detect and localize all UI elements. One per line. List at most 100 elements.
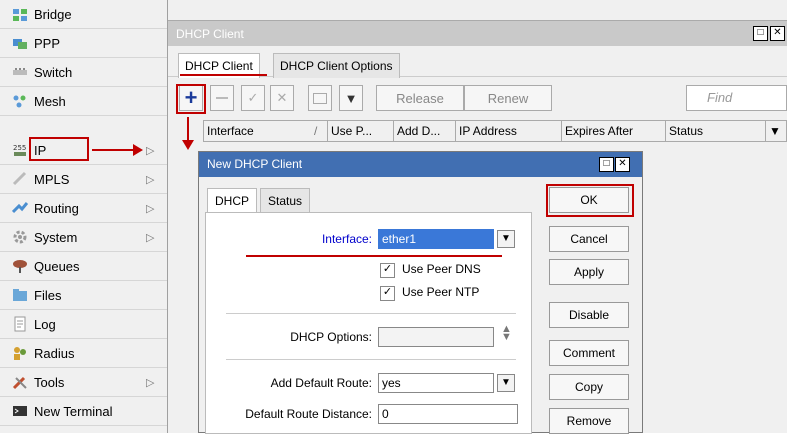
filter-icon[interactable]: ▼ (339, 85, 363, 111)
maximize-icon[interactable]: □ (599, 157, 614, 172)
sidebar-item-mpls[interactable]: MPLS ▷ (0, 165, 167, 194)
column-use-peer[interactable]: Use P... (328, 121, 394, 141)
sidebar-item-switch[interactable]: Switch (0, 58, 167, 87)
sidebar-item-queues[interactable]: Queues (0, 252, 167, 281)
separator (226, 359, 516, 360)
sidebar-item-label: Routing (34, 200, 79, 216)
column-expires-after[interactable]: Expires After (562, 121, 666, 141)
default-route-distance-input[interactable]: 0 (378, 404, 518, 424)
add-default-route-dropdown-icon[interactable]: ▼ (497, 374, 515, 392)
submenu-arrow-icon: ▷ (146, 174, 155, 186)
sidebar-item-label: Switch (34, 64, 73, 80)
radius-icon (12, 345, 28, 361)
sidebar-item-label: Radius (34, 345, 75, 361)
sidebar-item-label: Log (34, 316, 56, 332)
dhcp-options-label: DHCP Options: (290, 330, 372, 344)
submenu-arrow-icon: ▷ (146, 145, 155, 157)
terminal-icon (12, 403, 28, 419)
updown-icon[interactable]: ▲ ▼ (501, 324, 512, 343)
routing-icon (12, 200, 28, 216)
use-peer-dns-checkbox[interactable]: ✓ (380, 263, 395, 278)
sidebar-item-ppp[interactable]: PPP (0, 29, 167, 58)
sidebar-item-label: MPLS (34, 171, 70, 187)
sidebar-item-radius[interactable]: Radius (0, 339, 167, 368)
dhcp-settings-panel: Interface: ether1 ▼ ✓ Use Peer DNS ✓ Use… (205, 212, 532, 434)
sidebar-item-files[interactable]: Files (0, 281, 167, 310)
window-titlebar[interactable]: DHCP Client □ ✕ (168, 20, 787, 46)
use-peer-ntp-label: Use Peer NTP (402, 285, 480, 299)
sidebar-item-label: New Terminal (34, 403, 113, 419)
close-icon[interactable]: ✕ (615, 157, 630, 172)
dialog-titlebar[interactable]: New DHCP Client □ ✕ (199, 152, 642, 177)
window-tabs: DHCP Client DHCP Client Options (168, 47, 787, 78)
interface-label: Interface: (321, 232, 372, 246)
disable-button[interactable]: Disable (549, 302, 629, 328)
column-ip-address[interactable]: IP Address (456, 121, 562, 141)
remove-button[interactable] (210, 85, 234, 111)
default-route-distance-label: Default Route Distance: (245, 407, 372, 421)
sidebar-item-system[interactable]: System ▷ (0, 223, 167, 252)
separator (226, 313, 516, 314)
submenu-arrow-icon: ▷ (146, 377, 155, 389)
sidebar-item-label: Mesh (34, 93, 66, 109)
maximize-icon[interactable]: □ (753, 26, 768, 41)
sidebar-item-label: Tools (34, 374, 65, 390)
ip-icon: 255 (12, 142, 28, 158)
ip-pointer-arrow (92, 149, 136, 151)
sort-icon: / (314, 124, 318, 138)
find-input[interactable]: Find (686, 85, 787, 111)
new-dhcp-client-dialog: New DHCP Client □ ✕ DHCP Status Interfac… (198, 151, 643, 434)
use-peer-ntp-checkbox[interactable]: ✓ (380, 286, 395, 301)
dhcp-options-field[interactable] (378, 327, 494, 347)
log-icon (12, 316, 28, 332)
comment-button[interactable]: Comment (549, 340, 629, 366)
renew-button[interactable]: Renew (464, 85, 552, 111)
mesh-icon (12, 93, 28, 109)
sidebar-item-label: System (34, 229, 78, 245)
tab-underline-annotation (180, 74, 267, 76)
ok-button-highlight (546, 184, 634, 217)
ip-highlight-box (29, 137, 89, 161)
add-default-route-label: Add Default Route: (270, 376, 372, 390)
sidebar-item-routing[interactable]: Routing ▷ (0, 194, 167, 223)
bridge-icon (12, 6, 28, 22)
enable-button[interactable]: ✓ (241, 85, 265, 111)
switch-icon (12, 64, 28, 80)
column-add-default[interactable]: Add D... (394, 121, 456, 141)
column-interface[interactable]: Interface / (204, 121, 328, 141)
submenu-arrow-icon: ▷ (146, 232, 155, 244)
use-peer-dns-label: Use Peer DNS (402, 262, 481, 276)
comment-button[interactable] (308, 85, 332, 111)
table-header: Interface / Use P... Add D... IP Address … (203, 120, 787, 142)
tab-dhcp-client-options[interactable]: DHCP Client Options (273, 53, 400, 78)
interface-select[interactable]: ether1 (378, 229, 494, 249)
disable-button[interactable]: ✕ (270, 85, 294, 111)
sidebar-item-label: Bridge (34, 6, 72, 22)
tab-dhcp[interactable]: DHCP (207, 188, 258, 213)
column-menu-icon[interactable]: ▼ (766, 121, 787, 141)
sidebar-item-tools[interactable]: Tools ▷ (0, 368, 167, 397)
queues-icon (12, 258, 28, 274)
sidebar-item-label: PPP (34, 35, 61, 51)
sidebar-item-log[interactable]: Log (0, 310, 167, 339)
apply-button[interactable]: Apply (549, 259, 629, 285)
submenu-arrow-icon: ▷ (146, 203, 155, 215)
sidebar-item-label: Queues (34, 258, 80, 274)
sidebar-menu: Bridge PPP Switch Mesh 255 IP ▷ MPLS ▷ R… (0, 0, 168, 433)
tab-status[interactable]: Status (260, 188, 311, 213)
sidebar-item-mesh[interactable]: Mesh (0, 87, 167, 116)
close-icon[interactable]: ✕ (770, 26, 785, 41)
cancel-button[interactable]: Cancel (549, 226, 629, 252)
copy-button[interactable]: Copy (549, 374, 629, 400)
remove-button[interactable]: Remove (549, 408, 629, 434)
interface-dropdown-icon[interactable]: ▼ (497, 230, 515, 248)
release-button[interactable]: Release (376, 85, 464, 111)
column-status[interactable]: Status (666, 121, 766, 141)
sidebar-item-new-terminal[interactable]: New Terminal (0, 397, 167, 426)
sidebar-item-bridge[interactable]: Bridge (0, 0, 167, 29)
mpls-icon (12, 171, 28, 187)
dialog-pointer-arrowhead (182, 140, 194, 150)
add-default-route-select[interactable]: yes (378, 373, 494, 393)
window-title: DHCP Client (176, 27, 244, 41)
folder-icon (12, 287, 28, 303)
